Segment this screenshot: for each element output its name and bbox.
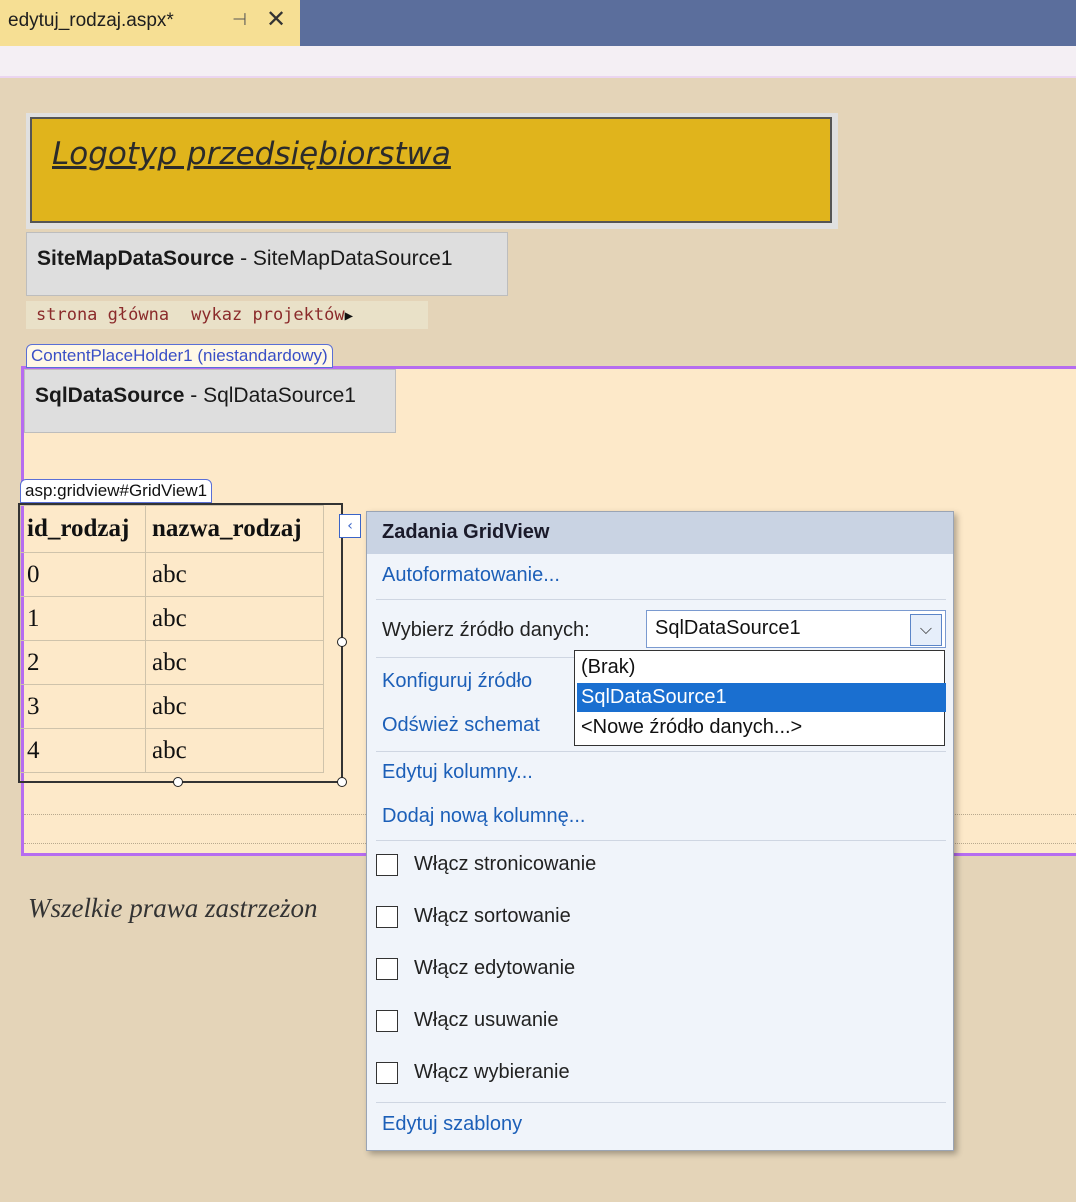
datasource-dropdown-value: SqlDataSource1: [655, 617, 801, 639]
chevron-down-icon[interactable]: ⌵: [910, 614, 942, 646]
configure-source-link[interactable]: Konfiguruj źródło: [382, 670, 532, 693]
sql-id: SqlDataSource1: [203, 384, 356, 407]
triangle-right-icon: ▶: [344, 308, 354, 324]
close-icon[interactable]: ✕: [266, 5, 286, 33]
tab-title: edytuj_rodzaj.aspx*: [8, 10, 174, 31]
sql-sep: -: [184, 384, 204, 407]
edit-columns-link[interactable]: Edytuj kolumny...: [382, 761, 533, 784]
deleting-checkbox-label[interactable]: Włącz usuwanie: [414, 1009, 559, 1032]
resize-handle-bottom[interactable]: [173, 777, 183, 787]
separator: [376, 1102, 946, 1103]
edit-templates-link[interactable]: Edytuj szablony: [382, 1113, 522, 1136]
deleting-checkbox[interactable]: [376, 1010, 398, 1032]
logo-text: Logotyp przedsiębiorstwa: [52, 136, 451, 172]
datasource-dropdown[interactable]: SqlDataSource1 ⌵: [646, 610, 946, 648]
sitemap-datasource-control[interactable]: SiteMapDataSource - SiteMapDataSource1: [26, 232, 508, 296]
separator: [376, 599, 946, 600]
paging-checkbox[interactable]: [376, 854, 398, 876]
paging-checkbox-label[interactable]: Włącz stronicowanie: [414, 853, 596, 876]
sorting-checkbox[interactable]: [376, 906, 398, 928]
sitemap-type: SiteMapDataSource: [37, 247, 235, 270]
editing-checkbox[interactable]: [376, 958, 398, 980]
selection-checkbox[interactable]: [376, 1062, 398, 1084]
tasks-panel-header: Zadania GridView: [367, 512, 953, 554]
designer-toolbar-strip: [0, 46, 1076, 78]
autoformat-link[interactable]: Autoformatowanie...: [382, 564, 560, 587]
sql-datasource-control[interactable]: SqlDataSource - SqlDataSource1: [24, 369, 396, 433]
resize-handle-corner[interactable]: [337, 777, 347, 787]
sitemap-id: SiteMapDataSource1: [252, 247, 453, 270]
content-placeholder-label[interactable]: ContentPlaceHolder1 (niestandardowy): [26, 344, 333, 368]
document-tab[interactable]: edytuj_rodzaj.aspx* ⊣ ✕: [0, 0, 300, 46]
pin-icon[interactable]: ⊣: [232, 10, 247, 30]
gridview-label[interactable]: asp:gridview#GridView1: [20, 479, 213, 503]
refresh-schema-link[interactable]: Odśwież schemat: [382, 714, 540, 737]
dropdown-option-none[interactable]: (Brak): [577, 653, 946, 682]
tasks-panel-title: Zadania GridView: [382, 521, 550, 543]
datasource-dropdown-list[interactable]: (Brak) SqlDataSource1 <Nowe źródło danyc…: [574, 650, 946, 746]
choose-source-label: Wybierz źródło danych:: [382, 619, 590, 641]
dropdown-option-new-source[interactable]: <Nowe źródło danych...>: [577, 713, 946, 742]
breadcrumb: strona główna wykaz projektów▶: [26, 301, 428, 329]
dropdown-option-sqldatasource1[interactable]: SqlDataSource1: [577, 683, 946, 712]
resize-handle-right[interactable]: [337, 637, 347, 647]
smart-tag-collapse-button[interactable]: ‹: [339, 514, 361, 538]
separator: [376, 657, 574, 658]
selection-checkbox-label[interactable]: Włącz wybieranie: [414, 1061, 570, 1084]
editing-checkbox-label[interactable]: Włącz edytowanie: [414, 957, 575, 980]
breadcrumb-item-home[interactable]: strona główna: [36, 305, 169, 325]
sitemap-sep: -: [234, 247, 253, 270]
sql-type: SqlDataSource: [35, 384, 185, 407]
gridview-tasks-panel: [366, 511, 954, 1151]
sorting-checkbox-label[interactable]: Włącz sortowanie: [414, 905, 571, 928]
separator: [376, 751, 946, 752]
add-column-link[interactable]: Dodaj nową kolumnę...: [382, 805, 585, 828]
footer-text: Wszelkie prawa zastrzeżon: [28, 893, 318, 923]
breadcrumb-item-projects[interactable]: wykaz projektów: [191, 305, 345, 325]
separator: [376, 840, 946, 841]
gridview-selection-frame: [18, 503, 343, 783]
